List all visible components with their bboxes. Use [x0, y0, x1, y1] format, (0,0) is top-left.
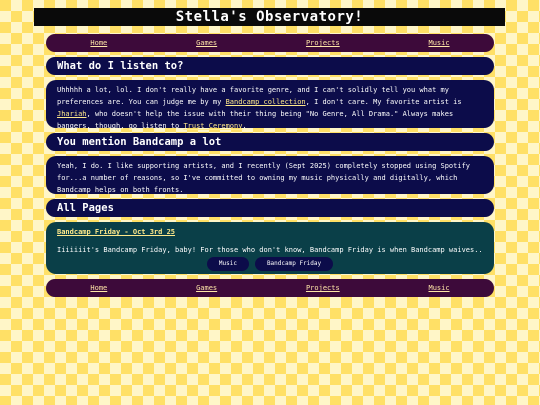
footer-nav-home-link[interactable]: Home — [90, 284, 107, 292]
section-panel-bandcamp: Yeah, I do. I like supporting artists, a… — [46, 156, 494, 194]
card-excerpt: Iiiiiiit's Bandcamp Friday, baby! For th… — [57, 246, 483, 254]
footer-nav-projects-link[interactable]: Projects — [306, 284, 340, 292]
tag-music[interactable]: Music — [206, 257, 249, 271]
section-heading-listen: What do I listen to? — [46, 57, 494, 75]
listen-text-4: . — [242, 122, 247, 130]
section-heading-all-pages: All Pages — [46, 199, 494, 217]
listen-text-2: , I don't care. My favorite artist is — [305, 98, 462, 106]
nav-home-link[interactable]: Home — [90, 39, 107, 47]
card-title-link[interactable]: Bandcamp Friday - Oct 3rd 25 — [57, 226, 483, 238]
artist-link[interactable]: Jhariah — [57, 110, 87, 118]
album-link[interactable]: Trust Ceremony — [183, 122, 242, 130]
bandcamp-collection-link[interactable]: Bandcamp collection — [226, 98, 306, 106]
tag-bandcamp-friday[interactable]: Bandcamp Friday — [254, 257, 334, 271]
bottom-nav: Home Games Projects Music — [46, 279, 494, 297]
bandcamp-text: Yeah, I do. I like supporting artists, a… — [57, 162, 471, 194]
listen-text-3: , who doesn't help the issue with their … — [57, 110, 454, 130]
section-heading-bandcamp: You mention Bandcamp a lot — [46, 133, 494, 151]
tag-list: Music Bandcamp Friday — [46, 257, 494, 271]
top-nav: Home Games Projects Music — [46, 34, 494, 52]
section-panel-listen: Uhhhhh a lot, lol. I don't really have a… — [46, 80, 494, 130]
page-card: Bandcamp Friday - Oct 3rd 25 Iiiiiiit's … — [46, 222, 494, 274]
footer-nav-games-link[interactable]: Games — [196, 284, 217, 292]
site-title: Stella's Observatory! — [34, 8, 505, 26]
nav-music-link[interactable]: Music — [429, 39, 450, 47]
footer-nav-music-link[interactable]: Music — [429, 284, 450, 292]
nav-games-link[interactable]: Games — [196, 39, 217, 47]
nav-projects-link[interactable]: Projects — [306, 39, 340, 47]
